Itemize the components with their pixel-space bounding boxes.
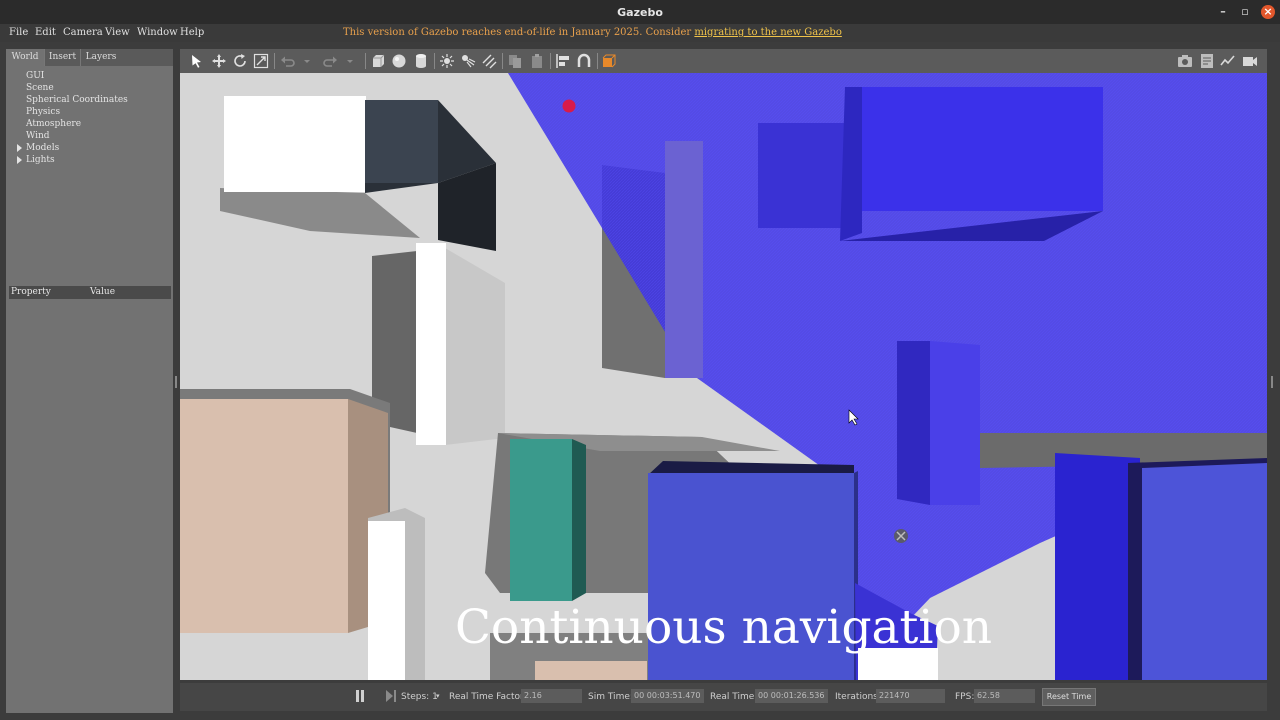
tab-insert[interactable]: Insert xyxy=(44,49,80,66)
goal-marker xyxy=(562,99,576,113)
tree-item-models[interactable]: Models xyxy=(17,143,60,153)
view-angle-icon[interactable] xyxy=(601,53,617,69)
tab-world[interactable]: World xyxy=(6,49,44,66)
left-panel-tabs: World Insert Layers xyxy=(6,49,173,66)
tree-item-lights[interactable]: Lights xyxy=(17,155,55,165)
translate-icon[interactable] xyxy=(211,53,227,69)
title-bar: Gazebo – ▫ × xyxy=(0,0,1280,24)
pause-icon[interactable] xyxy=(355,690,365,702)
rotate-icon[interactable] xyxy=(232,53,248,69)
menu-window[interactable]: Window xyxy=(137,27,178,38)
rtf-value: 2.16 xyxy=(521,689,582,703)
tab-layers[interactable]: Layers xyxy=(80,49,121,66)
tree-item-models-label: Models xyxy=(26,143,60,153)
rtf-label: Real Time Factor: xyxy=(449,692,527,702)
align-icon[interactable] xyxy=(555,53,571,69)
tree-item-gui[interactable]: GUI xyxy=(26,71,44,81)
menu-bar: File Edit Camera View Window Help This v… xyxy=(0,24,1280,42)
scale-icon[interactable] xyxy=(253,53,269,69)
menu-camera[interactable]: Camera xyxy=(63,27,103,38)
undo-dropdown-icon[interactable] xyxy=(302,53,312,69)
toolbar xyxy=(180,49,1267,73)
scene-viewport[interactable]: Continuous navigation xyxy=(180,73,1267,680)
bottom-status-bar: Steps: 1 ▾ Real Time Factor: 2.16 Sim Ti… xyxy=(180,683,1267,711)
directional-light-icon[interactable] xyxy=(481,53,497,69)
real-time-label: Real Time: xyxy=(710,692,758,702)
eol-notice-text: This version of Gazebo reaches end-of-li… xyxy=(343,27,692,38)
property-table-header: Property Value xyxy=(9,286,171,299)
expand-arrow-icon[interactable] xyxy=(17,144,22,152)
left-splitter-handle[interactable] xyxy=(175,376,177,388)
toolbar-separator xyxy=(550,53,551,69)
toolbar-separator xyxy=(274,53,275,69)
plot-icon[interactable] xyxy=(1220,53,1236,69)
fps-value: 62.58 xyxy=(974,689,1035,703)
steps-label: Steps: 1 xyxy=(401,692,438,702)
menu-help[interactable]: Help xyxy=(180,27,204,38)
eol-notice: This version of Gazebo reaches end-of-li… xyxy=(343,27,842,38)
tree-item-scene[interactable]: Scene xyxy=(26,83,54,93)
sim-time-value: 00 00:03:51.470 xyxy=(631,689,704,703)
redo-dropdown-icon[interactable] xyxy=(345,53,355,69)
toolbar-separator xyxy=(434,53,435,69)
tree-item-wind[interactable]: Wind xyxy=(26,131,50,141)
record-video-icon[interactable] xyxy=(1242,53,1258,69)
sphere-icon[interactable] xyxy=(391,53,407,69)
menu-edit[interactable]: Edit xyxy=(35,27,56,38)
value-column-header: Value xyxy=(90,287,116,297)
screenshot-icon[interactable] xyxy=(1177,53,1193,69)
paste-icon[interactable] xyxy=(529,53,545,69)
log-icon[interactable] xyxy=(1199,53,1215,69)
scene-render[interactable] xyxy=(180,73,1267,680)
toolbar-separator xyxy=(365,53,366,69)
tree-item-lights-label: Lights xyxy=(26,155,55,165)
redo-icon[interactable] xyxy=(322,53,338,69)
steps-dropdown-icon[interactable]: ▾ xyxy=(436,692,440,700)
tree-item-spherical-coordinates[interactable]: Spherical Coordinates xyxy=(26,95,128,105)
close-icon[interactable]: × xyxy=(1261,5,1275,19)
expand-arrow-icon[interactable] xyxy=(17,156,22,164)
point-light-icon[interactable] xyxy=(439,53,455,69)
minimize-icon[interactable]: – xyxy=(1216,5,1230,19)
video-caption: Continuous navigation xyxy=(454,600,993,655)
real-time-value: 00 00:01:26.536 xyxy=(755,689,828,703)
iterations-label: Iterations: xyxy=(835,692,881,702)
spot-light-icon[interactable] xyxy=(460,53,476,69)
window-title: Gazebo xyxy=(617,6,663,19)
cylinder-icon[interactable] xyxy=(413,53,429,69)
undo-icon[interactable] xyxy=(280,53,296,69)
sim-time-label: Sim Time: xyxy=(588,692,633,702)
obstacle-white-pillar xyxy=(372,243,505,445)
copy-icon[interactable] xyxy=(507,53,523,69)
right-splitter-handle[interactable] xyxy=(1271,376,1273,388)
maximize-icon[interactable]: ▫ xyxy=(1238,5,1252,19)
tree-item-atmosphere[interactable]: Atmosphere xyxy=(26,119,81,129)
tree-item-physics[interactable]: Physics xyxy=(26,107,60,117)
box-icon[interactable] xyxy=(370,53,386,69)
menu-file[interactable]: File xyxy=(9,27,28,38)
toolbar-separator xyxy=(502,53,503,69)
migration-link[interactable]: migrating to the new Gazebo xyxy=(694,27,842,38)
select-icon[interactable] xyxy=(189,53,205,69)
left-panel: World Insert Layers GUI Scene Spherical … xyxy=(6,49,173,713)
property-column-header: Property xyxy=(11,287,51,297)
snap-icon[interactable] xyxy=(576,53,592,69)
reset-time-button[interactable]: Reset Time xyxy=(1042,688,1096,706)
obstacle-left-block xyxy=(180,389,390,633)
toolbar-separator xyxy=(597,53,598,69)
iterations-value: 221470 xyxy=(876,689,945,703)
step-icon[interactable] xyxy=(386,690,396,702)
menu-view[interactable]: View xyxy=(105,27,130,38)
fps-label: FPS: xyxy=(955,692,975,702)
